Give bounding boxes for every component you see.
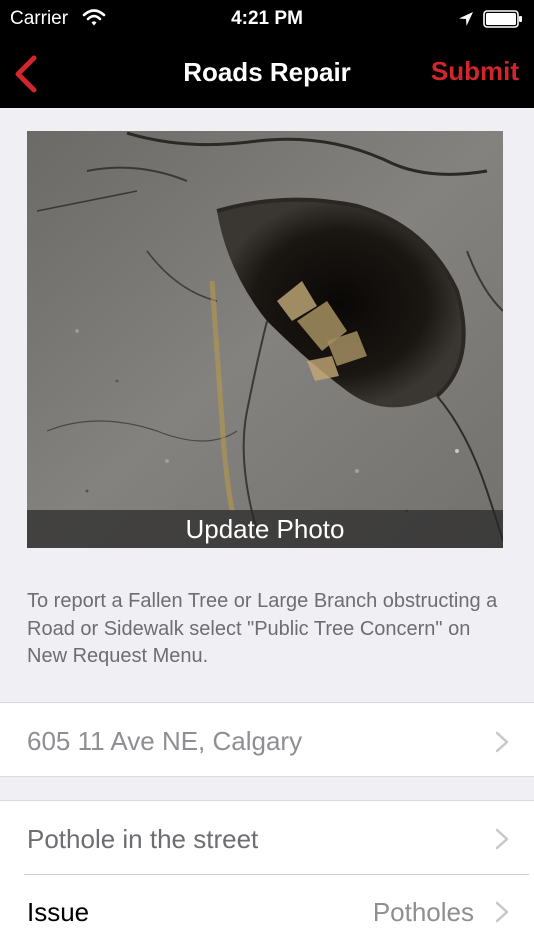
status-time: 4:21 PM (231, 8, 303, 29)
address-value: 605 11 Ave NE, Calgary (27, 726, 303, 756)
chevron-right-icon (495, 828, 509, 850)
chevron-right-icon (495, 901, 509, 923)
cell-separator (24, 874, 529, 875)
battery-icon (483, 10, 522, 28)
info-text: To report a Fallen Tree or Large Branch … (27, 590, 498, 667)
description-cell[interactable]: Pothole in the street (0, 800, 534, 876)
chevron-right-icon (495, 731, 509, 753)
report-photo[interactable]: Update Photo (27, 131, 503, 548)
issue-value: Potholes (372, 897, 474, 927)
submit-button[interactable]: Submit (431, 56, 519, 87)
description-value: Pothole in the street (27, 824, 259, 854)
issue-label: Issue (27, 897, 90, 927)
location-arrow-icon (459, 12, 473, 26)
address-cell[interactable]: 605 11 Ave NE, Calgary (0, 702, 534, 777)
status-bar: Carrier 4:21 PM (0, 0, 534, 40)
update-photo-button[interactable]: Update Photo (27, 510, 503, 548)
issue-cell[interactable]: Issue Potholes (0, 876, 534, 950)
navigation-bar: Roads Repair Submit (0, 40, 534, 108)
pothole-photo-image (27, 131, 503, 548)
